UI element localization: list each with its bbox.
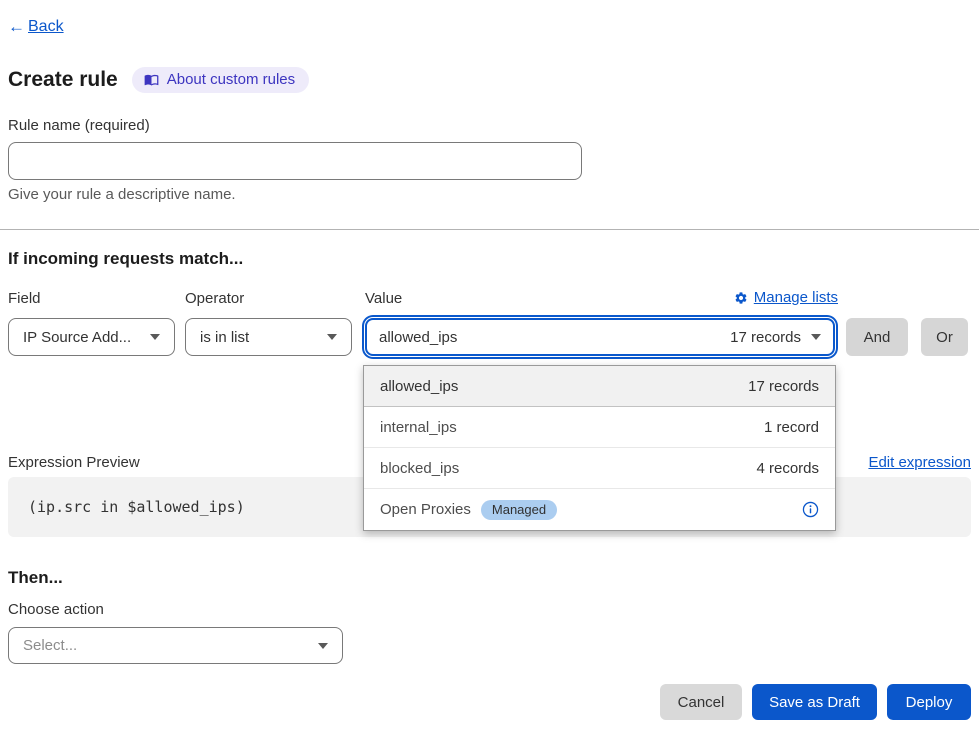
operator-label: Operator (185, 290, 244, 307)
operator-select-value: is in list (200, 329, 249, 346)
option-record-count: 4 records (756, 460, 819, 477)
choose-action-label: Choose action (8, 601, 104, 618)
rule-name-helper: Give your rule a descriptive name. (8, 186, 236, 203)
value-label: Value (365, 290, 402, 307)
or-button[interactable]: Or (921, 318, 968, 356)
chevron-down-icon (811, 334, 821, 340)
managed-badge: Managed (481, 500, 557, 520)
back-arrow-icon: ← (8, 17, 25, 37)
title-row: Create rule About custom rules (8, 67, 309, 93)
chevron-down-icon (150, 334, 160, 340)
back-link-label: Back (28, 18, 64, 36)
action-select-placeholder: Select... (23, 637, 77, 654)
option-record-count: 1 record (764, 419, 819, 436)
deploy-button[interactable]: Deploy (887, 684, 971, 720)
rule-name-label: Rule name (required) (8, 117, 150, 134)
manage-lists-link[interactable]: Manage lists (734, 289, 838, 306)
info-icon[interactable] (802, 501, 819, 518)
value-select-meta: 17 records (730, 329, 801, 346)
dropdown-option-internal-ips[interactable]: internal_ips 1 record (364, 407, 835, 448)
option-name: internal_ips (380, 419, 457, 436)
about-custom-rules-badge[interactable]: About custom rules (132, 67, 309, 93)
and-button[interactable]: And (846, 318, 908, 356)
expression-code: (ip.src in $allowed_ips) (28, 498, 245, 516)
value-select[interactable]: allowed_ips 17 records (365, 318, 835, 356)
value-dropdown-panel: allowed_ips 17 records internal_ips 1 re… (363, 365, 836, 531)
rule-name-input[interactable] (8, 142, 582, 180)
dropdown-option-blocked-ips[interactable]: blocked_ips 4 records (364, 448, 835, 489)
option-name: blocked_ips (380, 460, 459, 477)
expression-preview-label: Expression Preview (8, 454, 140, 471)
field-select-value: IP Source Add... (23, 329, 131, 346)
option-name: Open Proxies (380, 501, 471, 518)
option-record-count: 17 records (748, 378, 819, 395)
about-badge-label: About custom rules (167, 71, 295, 88)
back-link[interactable]: ← Back (8, 17, 64, 37)
option-name: allowed_ips (380, 378, 458, 395)
manage-lists-label: Manage lists (754, 289, 838, 306)
operator-select[interactable]: is in list (185, 318, 352, 356)
action-select[interactable]: Select... (8, 627, 343, 664)
gear-icon (734, 291, 748, 305)
dropdown-option-open-proxies[interactable]: Open Proxies Managed (364, 489, 835, 530)
edit-expression-link[interactable]: Edit expression (868, 454, 971, 471)
create-rule-page: ← Back Create rule About custom rules Ru… (0, 0, 979, 739)
match-section-heading: If incoming requests match... (8, 249, 243, 269)
section-divider (0, 229, 979, 230)
cancel-button[interactable]: Cancel (660, 684, 742, 720)
save-as-draft-button[interactable]: Save as Draft (752, 684, 877, 720)
field-select[interactable]: IP Source Add... (8, 318, 175, 356)
then-section-heading: Then... (8, 568, 63, 588)
chevron-down-icon (327, 334, 337, 340)
book-icon (144, 72, 159, 87)
dropdown-option-allowed-ips[interactable]: allowed_ips 17 records (364, 366, 835, 407)
page-title: Create rule (8, 68, 118, 92)
value-select-value: allowed_ips (379, 329, 457, 346)
field-label: Field (8, 290, 41, 307)
chevron-down-icon (318, 643, 328, 649)
